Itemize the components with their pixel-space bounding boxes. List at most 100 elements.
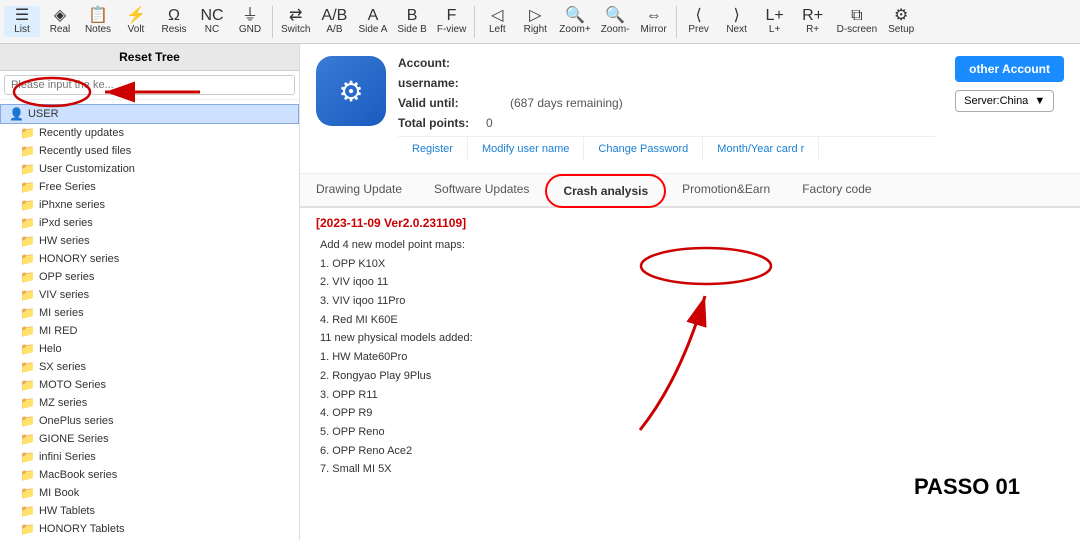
toolbar-rplus[interactable]: R+ R+ xyxy=(795,6,831,37)
sidebar-item-ipxd[interactable]: 📁 iPxd series xyxy=(0,214,299,232)
real-icon: ◈ xyxy=(54,8,66,24)
sidebar-item-recently-updates[interactable]: 📁 Recently updates xyxy=(0,124,299,142)
tab-crash-analysis[interactable]: Crash analysis xyxy=(545,174,666,208)
switch-icon: ⇄ xyxy=(289,8,302,24)
total-points-label: Total points: xyxy=(398,116,478,130)
sidebar-item-iphxne[interactable]: 📁 iPhxne series xyxy=(0,196,299,214)
sidebar-item-honory-tablets[interactable]: 📁 HONORY Tablets xyxy=(0,520,299,538)
sidebar-item-moto[interactable]: 📁 MOTO Series xyxy=(0,376,299,394)
sidebar-item-sx[interactable]: 📁 SX series xyxy=(0,358,299,376)
sidebar-item-opp[interactable]: 📁 OPP series xyxy=(0,268,299,286)
toolbar-right[interactable]: ▷ Right xyxy=(517,6,553,37)
toolbar-dscreen[interactable]: ⧉ D-screen xyxy=(833,6,882,37)
sidebar-item-free-series[interactable]: 📁 Free Series xyxy=(0,178,299,196)
valid-until-label: Valid until: xyxy=(398,96,478,110)
other-account-button[interactable]: other Account xyxy=(955,56,1064,82)
toolbar-gnd[interactable]: ⏚ GND xyxy=(232,6,268,37)
total-points-value: 0 xyxy=(486,116,493,130)
tab-software-updates[interactable]: Software Updates xyxy=(418,174,545,208)
sidebar-item-macbook[interactable]: 📁 MacBook series xyxy=(0,466,299,484)
toolbar-lplus[interactable]: L+ L+ xyxy=(757,6,793,37)
valid-until-row: Valid until: (687 days remaining) xyxy=(398,96,935,110)
folder-icon: 📁 xyxy=(20,234,35,248)
update-item-1: 2. VIV iqoo 11 xyxy=(320,273,1064,292)
sidebar-item-oneplus[interactable]: 📁 OnePlus series xyxy=(0,412,299,430)
folder-icon: 📁 xyxy=(20,378,35,392)
toolbar-notes[interactable]: 📋 Notes xyxy=(80,6,116,37)
sidebar-item-user-customization[interactable]: 📁 User Customization xyxy=(0,160,299,178)
update-item-9: 5. OPP Reno xyxy=(320,423,1064,442)
update-list: Add 4 new model point maps: 1. OPP K10X … xyxy=(316,236,1064,479)
toolbar-mirror[interactable]: ⇔ Mirror xyxy=(636,6,672,37)
folder-icon: 📁 xyxy=(20,270,35,284)
username-row: username: xyxy=(398,76,935,90)
toolbar-next[interactable]: ⟩ Next xyxy=(719,6,755,37)
action-links: Register Modify user name Change Passwor… xyxy=(398,136,935,161)
toolbar-sidea[interactable]: A Side A xyxy=(354,6,391,37)
sidebar-item-viv[interactable]: 📁 VIV series xyxy=(0,286,299,304)
folder-icon: 📁 xyxy=(20,144,35,158)
change-password-link[interactable]: Change Password xyxy=(584,137,703,161)
month-year-card-link[interactable]: Month/Year card r xyxy=(703,137,819,161)
folder-icon: 📁 xyxy=(20,522,35,536)
toolbar-setup[interactable]: ⚙ Setup xyxy=(883,6,919,37)
toolbar-nc[interactable]: NC NC xyxy=(194,6,230,37)
username-label: username: xyxy=(398,76,478,90)
sidebar-item-mi-red[interactable]: 📁 MI RED xyxy=(0,322,299,340)
toolbar-resis[interactable]: Ω Resis xyxy=(156,6,192,37)
modify-username-link[interactable]: Modify user name xyxy=(468,137,584,161)
toolbar-left[interactable]: ◁ Left xyxy=(479,6,515,37)
folder-icon: 📁 xyxy=(20,306,35,320)
folder-icon: 📁 xyxy=(20,162,35,176)
register-link[interactable]: Register xyxy=(398,137,468,161)
content-area: ⚙ Account: username: Valid until: (687 d xyxy=(300,44,1080,540)
toolbar-real[interactable]: ◈ Real xyxy=(42,6,78,37)
resis-icon: Ω xyxy=(168,8,180,24)
sidebar-search-container xyxy=(0,71,299,100)
toolbar-fview[interactable]: F F-view xyxy=(433,6,470,37)
sidebar-item-hw-tablets[interactable]: 📁 HW Tablets xyxy=(0,502,299,520)
sidebar-item-honory[interactable]: 📁 HONORY series xyxy=(0,250,299,268)
app-logo: ⚙ xyxy=(316,56,386,126)
update-item-10: 6. OPP Reno Ace2 xyxy=(320,442,1064,461)
sidebar-item-hw[interactable]: 📁 HW series xyxy=(0,232,299,250)
toolbar-ab[interactable]: A/B A/B xyxy=(316,6,352,37)
sidebar-item-user[interactable]: 👤 USER xyxy=(0,104,299,124)
toolbar-volt[interactable]: ⚡ Volt xyxy=(118,6,154,37)
toolbar-divider-1 xyxy=(272,6,273,38)
tab-factory-code[interactable]: Factory code xyxy=(786,174,887,208)
account-row: Account: xyxy=(398,56,935,70)
update-date: [2023-11-09 Ver2.0.231109] xyxy=(316,216,1064,230)
toolbar-prev[interactable]: ⟨ Prev xyxy=(681,6,717,37)
sidebar-header: Reset Tree xyxy=(0,44,299,71)
sidebar-item-mz[interactable]: 📁 MZ series xyxy=(0,394,299,412)
update-item-7: 3. OPP R11 xyxy=(320,386,1064,405)
account-label: Account: xyxy=(398,56,478,70)
sidebar-item-mi[interactable]: 📁 MI series xyxy=(0,304,299,322)
toolbar-zoomin[interactable]: 🔍 Zoom+ xyxy=(555,6,594,37)
sidebar-item-infini[interactable]: 📁 infini Series xyxy=(0,448,299,466)
sidebar-item-mi-book[interactable]: 📁 MI Book xyxy=(0,484,299,502)
sidebar-item-helo[interactable]: 📁 Helo xyxy=(0,340,299,358)
volt-icon: ⚡ xyxy=(126,8,146,24)
toolbar-sideb[interactable]: B Side B xyxy=(393,6,430,37)
sidebar-item-recently-used[interactable]: 📁 Recently used files xyxy=(0,142,299,160)
main-layout: Reset Tree 👤 USER 📁 Recently updates 📁 R… xyxy=(0,44,1080,540)
folder-icon: 📁 xyxy=(20,468,35,482)
toolbar-switch[interactable]: ⇄ Switch xyxy=(277,6,314,37)
update-intro: Add 4 new model point maps: xyxy=(320,236,1064,255)
folder-icon: 📁 xyxy=(20,360,35,374)
folder-icon: 📁 xyxy=(20,198,35,212)
server-select[interactable]: Server:China ▼ xyxy=(955,90,1054,112)
toolbar: ☰ List ◈ Real 📋 Notes ⚡ Volt Ω Resis NC … xyxy=(0,0,1080,44)
sidebar-item-gione[interactable]: 📁 GIONE Series xyxy=(0,430,299,448)
toolbar-zoomout[interactable]: 🔍 Zoom- xyxy=(597,6,634,37)
tab-drawing-update[interactable]: Drawing Update xyxy=(300,174,418,208)
toolbar-list[interactable]: ☰ List xyxy=(4,6,40,37)
user-icon: 👤 xyxy=(9,107,24,121)
search-input[interactable] xyxy=(4,75,295,95)
tab-promotion-earn[interactable]: Promotion&Earn xyxy=(666,174,786,208)
gear-icon: ⚙ xyxy=(894,8,908,24)
folder-icon: 📁 xyxy=(20,450,35,464)
account-info: Account: username: Valid until: (687 day… xyxy=(398,56,935,161)
